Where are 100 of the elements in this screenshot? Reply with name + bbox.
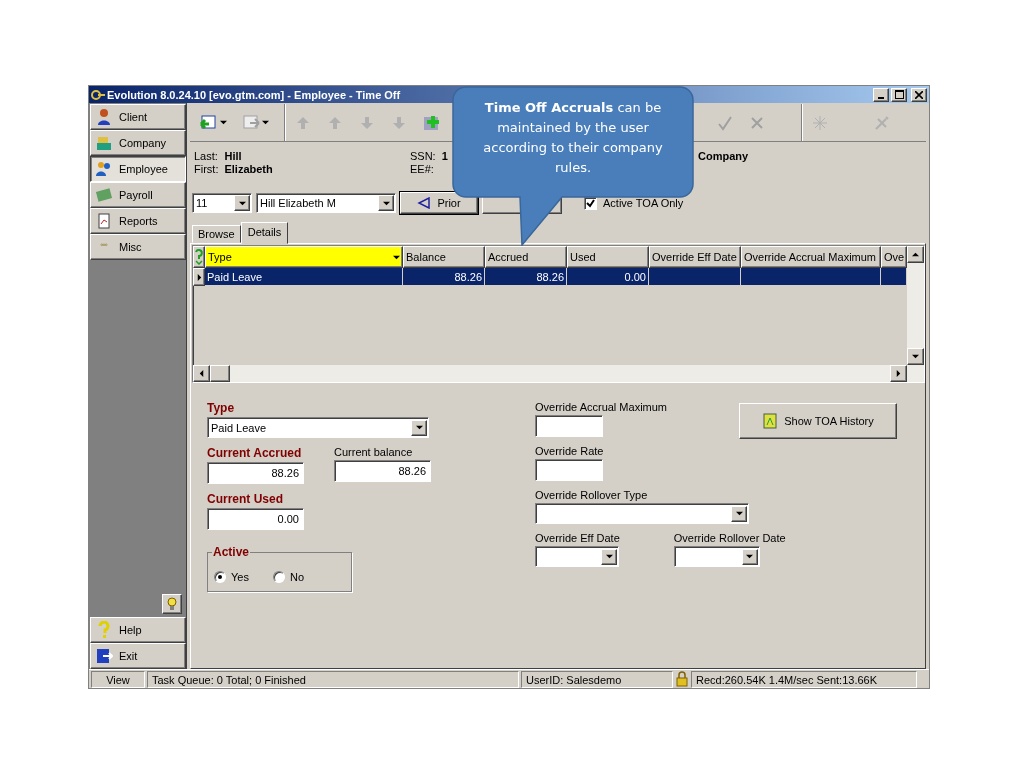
rollover-type-combo[interactable] xyxy=(535,503,749,524)
tools-icon xyxy=(874,114,890,131)
type-combo[interactable]: Paid Leave xyxy=(207,417,429,438)
down-arrow-icon xyxy=(359,114,375,131)
minimize-button[interactable] xyxy=(873,87,889,102)
input-field[interactable]: 0.00 xyxy=(207,508,304,530)
table-cell xyxy=(881,268,907,286)
sidebar-item[interactable]: Client xyxy=(90,104,186,130)
group-label: Active xyxy=(212,545,251,559)
table-cell: Paid Leave xyxy=(205,268,403,286)
sidebar-item[interactable]: Employee xyxy=(90,156,186,182)
radio-option[interactable]: Yes xyxy=(214,563,249,591)
column-header[interactable]: Override Accrual Maximum xyxy=(741,246,881,268)
column-header[interactable]: Accrued xyxy=(485,246,567,268)
dropdown-arrow-icon xyxy=(262,119,269,126)
column-header[interactable]: Used xyxy=(567,246,649,268)
sidebar-item[interactable]: Help xyxy=(90,617,186,643)
field-label: Override Accrual Maximum xyxy=(535,401,669,413)
sidebar-item[interactable]: Misc xyxy=(90,234,186,260)
field-label: Current balance xyxy=(334,446,414,458)
up-arrow-icon xyxy=(295,114,311,131)
field-label: Override Rollover Date xyxy=(673,532,786,544)
field-label: Type xyxy=(207,401,236,415)
column-header[interactable]: Ove xyxy=(881,246,907,268)
close-button[interactable] xyxy=(911,87,927,102)
company-value: Company xyxy=(698,150,749,164)
lightbulb-button[interactable] xyxy=(162,594,182,614)
date-combo[interactable] xyxy=(673,546,760,567)
lightbulb-icon xyxy=(167,597,177,611)
sidebar-item[interactable]: Reports xyxy=(90,208,186,234)
dropdown-arrow-icon xyxy=(746,553,754,560)
money-icon xyxy=(95,186,113,204)
input-field[interactable] xyxy=(535,415,603,437)
date-combo[interactable] xyxy=(535,546,619,567)
first-name-label: First: xyxy=(194,163,219,175)
radio-option[interactable]: No xyxy=(272,563,304,591)
dropdown-arrow-icon xyxy=(415,424,423,431)
scroll-up-button[interactable] xyxy=(907,246,924,263)
window-title: Evolution 8.0.24.10 [evo.gtm.com] - Employee - Time Off xyxy=(107,88,402,101)
dropdown-arrow-icon xyxy=(220,119,227,126)
employee-number-combo[interactable]: 11 xyxy=(192,193,252,213)
dropdown-arrow-icon xyxy=(912,353,919,360)
field-label: Current Used xyxy=(207,492,284,506)
scroll-thumb[interactable] xyxy=(210,365,230,382)
employee-name-combo[interactable]: Hill Elizabeth M xyxy=(256,193,396,213)
column-header[interactable]: Balance xyxy=(403,246,485,268)
help-icon xyxy=(195,249,203,265)
radio-button[interactable] xyxy=(272,571,285,583)
status-text: Task Queue: 0 Total; 0 Finished xyxy=(147,671,519,688)
field-label: Override Rollover Type xyxy=(535,489,649,501)
close-icon xyxy=(915,90,923,99)
input-field[interactable] xyxy=(535,459,603,481)
left-triangle-icon xyxy=(417,197,432,209)
plus-icon xyxy=(423,113,441,132)
scroll-left-button[interactable] xyxy=(193,365,210,382)
show-history-button[interactable]: Show TOA History xyxy=(739,403,897,439)
last-name-value: Hill xyxy=(224,150,243,162)
ssn-value: 1 xyxy=(441,150,448,162)
person-icon xyxy=(95,108,113,126)
app-logo-icon xyxy=(91,88,105,101)
dropdown-arrow-icon xyxy=(393,253,400,261)
status-text: Recd:260.54K 1.4M/sec Sent:13.66K xyxy=(691,671,917,688)
scroll-right-button[interactable] xyxy=(890,365,907,382)
dropdown-arrow-icon xyxy=(735,510,743,517)
cross-icon xyxy=(749,114,765,131)
dropdown-arrow-icon xyxy=(238,199,246,207)
maximize-icon xyxy=(894,90,904,99)
tab[interactable]: Details xyxy=(240,222,289,244)
field-label: Override Rate xyxy=(535,445,605,457)
column-header[interactable]: Type xyxy=(205,246,403,268)
ssn-label: SSN: xyxy=(410,150,436,162)
input-field[interactable]: 88.26 xyxy=(334,460,431,482)
exit-icon xyxy=(95,647,113,665)
column-header[interactable]: Override Eff Date xyxy=(649,246,741,268)
first-name-value: Elizabeth xyxy=(224,163,273,175)
field-label: Current Accrued xyxy=(207,446,303,460)
status-view[interactable]: View xyxy=(91,671,145,688)
right-arrow-icon xyxy=(895,370,902,377)
sidebar-item[interactable]: Payroll xyxy=(90,182,186,208)
radio-dot-icon xyxy=(218,575,222,579)
prior-button[interactable]: Prior xyxy=(400,192,478,214)
table-cell: 88.26 xyxy=(403,268,485,286)
minimize-icon xyxy=(878,96,884,99)
input-field[interactable]: 88.26 xyxy=(207,462,304,484)
checkmark-icon xyxy=(586,198,595,208)
table-cell: 88.26 xyxy=(485,268,567,286)
lock-icon xyxy=(675,671,689,687)
sidebar-item[interactable]: Company xyxy=(90,130,186,156)
scroll-down-button[interactable] xyxy=(907,348,924,365)
up-arrow-icon xyxy=(327,114,343,131)
maximize-button[interactable] xyxy=(891,87,907,102)
field-label: Override Eff Date xyxy=(535,532,620,544)
left-arrow-icon xyxy=(198,370,205,377)
sidebar-item[interactable]: Exit xyxy=(90,643,186,669)
up-arrow-icon xyxy=(912,251,919,258)
dropdown-arrow-icon xyxy=(605,553,613,560)
last-name-label: Last: xyxy=(194,150,219,162)
right-arrow-icon xyxy=(195,273,203,281)
tab[interactable]: Browse xyxy=(192,225,241,243)
radio-button[interactable] xyxy=(214,571,226,583)
